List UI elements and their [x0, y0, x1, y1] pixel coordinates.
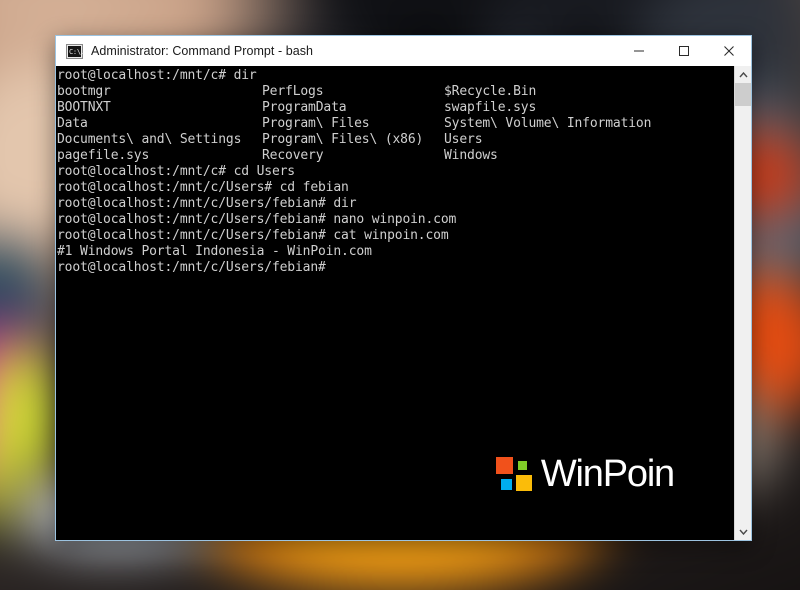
desktop-wallpaper: Administrator: Command Prompt - bash — [0, 0, 800, 590]
command-prompt-icon — [66, 43, 85, 59]
minimize-icon — [633, 50, 644, 52]
command-prompt-window[interactable]: Administrator: Command Prompt - bash — [55, 35, 752, 541]
terminal-line: bootmgr — [57, 84, 111, 99]
maximize-icon — [678, 46, 689, 56]
scroll-up-button[interactable] — [735, 66, 752, 83]
terminal-line: Program\ Files\ (x86) — [262, 132, 424, 147]
chevron-up-icon — [738, 71, 748, 77]
window-controls — [616, 36, 751, 66]
terminal-scrollbar[interactable] — [734, 66, 751, 540]
close-button[interactable] — [706, 36, 751, 66]
terminal-line: $Recycle.Bin — [444, 84, 537, 99]
terminal-line: Program\ Files — [262, 116, 370, 131]
terminal-line: root@localhost:/mnt/c/Users/febian# cat … — [57, 228, 449, 243]
terminal-line: root@localhost:/mnt/c# cd Users — [57, 164, 295, 179]
winpoin-watermark: WinPoin — [495, 453, 675, 495]
terminal-line: root@localhost:/mnt/c/Users/febian# nano… — [57, 212, 457, 227]
logo-square-yellow — [515, 475, 532, 491]
terminal-line: root@localhost:/mnt/c/Users# cd febian — [57, 180, 349, 195]
minimize-button[interactable] — [616, 36, 661, 66]
terminal-line: Documents\ and\ Settings — [57, 132, 242, 147]
terminal-line: ProgramData — [262, 100, 347, 115]
chevron-down-icon — [738, 529, 748, 535]
terminal-line: PerfLogs — [262, 84, 324, 99]
terminal-line: Data — [57, 116, 88, 131]
winpoin-logo-icon — [495, 457, 532, 491]
scrollbar-thumb[interactable] — [735, 83, 751, 106]
terminal-line: swapfile.sys — [444, 100, 537, 115]
scroll-down-button[interactable] — [735, 523, 752, 540]
terminal-line: root@localhost:/mnt/c# dir — [57, 68, 257, 83]
terminal-line: Windows — [444, 148, 498, 163]
terminal-line: root@localhost:/mnt/c/Users/febian# — [57, 260, 326, 275]
terminal-line: System\ Volume\ Information — [444, 116, 652, 131]
logo-square-blue — [500, 479, 512, 490]
window-title: Administrator: Command Prompt - bash — [91, 44, 314, 58]
maximize-button[interactable] — [661, 36, 706, 66]
window-titlebar[interactable]: Administrator: Command Prompt - bash — [56, 36, 751, 66]
winpoin-wordmark: WinPoin — [540, 453, 675, 495]
terminal-output[interactable]: WinPoin root@localhost:/mnt/c# dir bootmg… — [56, 66, 734, 540]
terminal-line: root@localhost:/mnt/c/Users/febian# dir — [57, 196, 357, 211]
terminal-area[interactable]: WinPoin root@localhost:/mnt/c# dir bootmg… — [56, 66, 751, 540]
terminal-line: #1 Windows Portal Indonesia - WinPoin.co… — [57, 244, 372, 259]
logo-square-green — [517, 461, 527, 470]
scrollbar-track[interactable] — [735, 83, 751, 523]
terminal-line: BOOTNXT — [57, 100, 111, 115]
logo-square-orange — [495, 457, 513, 474]
terminal-line: Users — [444, 132, 483, 147]
terminal-line: pagefile.sys — [57, 148, 150, 163]
terminal-line: Recovery — [262, 148, 324, 163]
close-icon — [723, 46, 734, 56]
